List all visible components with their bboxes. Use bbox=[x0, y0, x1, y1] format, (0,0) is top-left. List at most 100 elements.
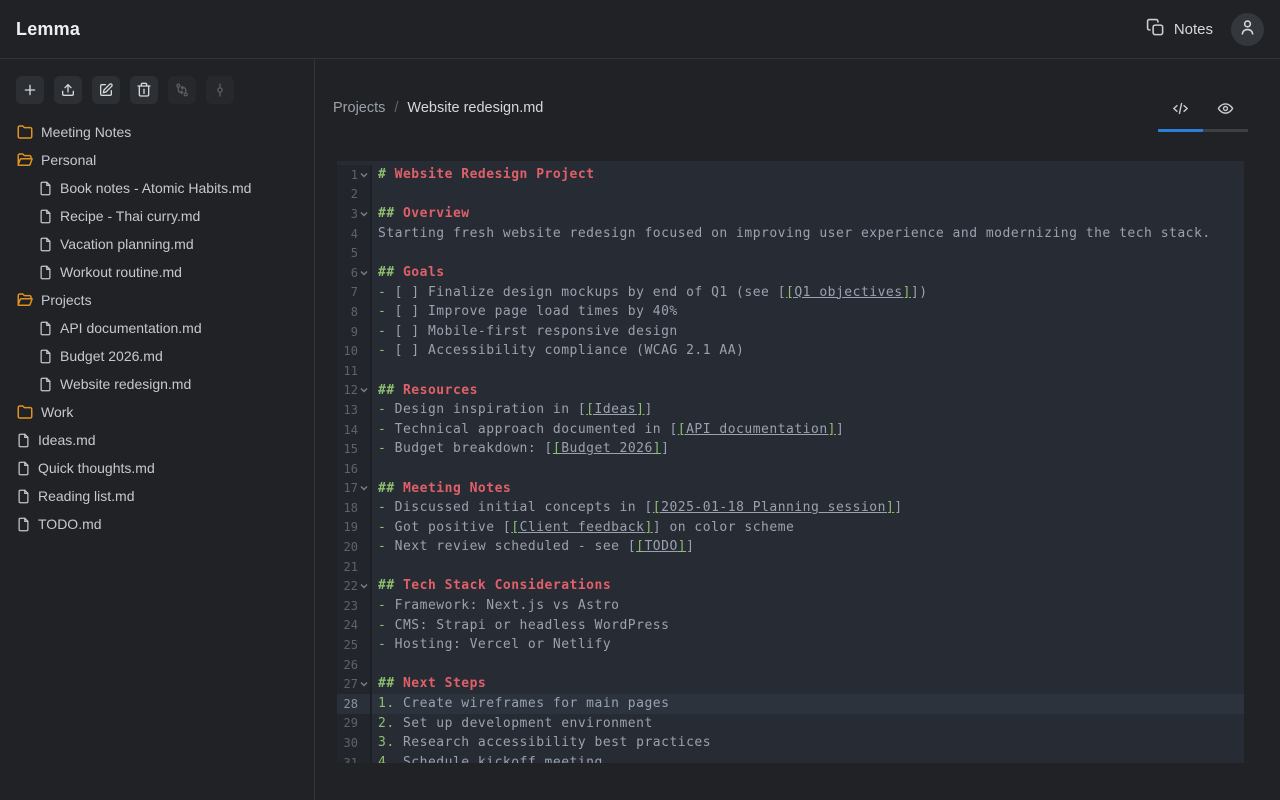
sidebar-file-book-notes-atomic-habits-md[interactable]: Book notes - Atomic Habits.md bbox=[0, 174, 314, 202]
editor-line[interactable]: 314. Schedule kickoff meeting bbox=[337, 753, 1244, 763]
sidebar-file-website-redesign-md[interactable]: Website redesign.md bbox=[0, 370, 314, 398]
fold-chevron-icon[interactable] bbox=[358, 680, 370, 688]
editor-line[interactable]: 2 bbox=[337, 185, 1244, 205]
wikilink[interactable]: TODO bbox=[644, 539, 677, 554]
editor-code-line[interactable]: ## Goals bbox=[372, 263, 1244, 283]
editor-code-line[interactable]: - CMS: Strapi or headless WordPress bbox=[372, 616, 1244, 636]
code-segment[interactable]: [ bbox=[553, 441, 561, 456]
breadcrumb-parent[interactable]: Projects bbox=[333, 100, 385, 116]
wikilink[interactable]: 2025-01-18 Planning session bbox=[661, 500, 886, 515]
sidebar-file-reading-list-md[interactable]: Reading list.md bbox=[0, 482, 314, 510]
sidebar-file-budget-2026-md[interactable]: Budget 2026.md bbox=[0, 342, 314, 370]
editor-line[interactable]: 10- [ ] Accessibility compliance (WCAG 2… bbox=[337, 341, 1244, 361]
editor-code-line[interactable]: - Technical approach documented in [[API… bbox=[372, 420, 1244, 440]
editor-line[interactable]: 22## Tech Stack Considerations bbox=[337, 576, 1244, 596]
markdown-editor[interactable]: 1# Website Redesign Project23## Overview… bbox=[337, 161, 1244, 763]
wikilink[interactable]: Q1 objectives bbox=[794, 285, 902, 300]
editor-code-line[interactable]: - [ ] Accessibility compliance (WCAG 2.1… bbox=[372, 341, 1244, 361]
code-segment[interactable]: ] bbox=[653, 441, 661, 456]
sidebar-folder-work[interactable]: Work bbox=[0, 398, 314, 426]
editor-code-line[interactable]: - Framework: Next.js vs Astro bbox=[372, 596, 1244, 616]
sidebar-folder-projects[interactable]: Projects bbox=[0, 286, 314, 314]
editor-code-line[interactable]: - Got positive [[Client feedback]] on co… bbox=[372, 518, 1244, 538]
editor-code-line[interactable]: - Next review scheduled - see [[TODO]] bbox=[372, 537, 1244, 557]
fold-chevron-icon[interactable] bbox=[358, 210, 370, 218]
wikilink[interactable]: Client feedback bbox=[520, 520, 645, 535]
sidebar-folder-personal[interactable]: Personal bbox=[0, 146, 314, 174]
editor-line[interactable]: 26 bbox=[337, 655, 1244, 675]
editor-code-line[interactable]: 1. Create wireframes for main pages bbox=[372, 694, 1244, 714]
fold-chevron-icon[interactable] bbox=[358, 582, 370, 590]
wikilink[interactable]: Ideas bbox=[595, 402, 637, 417]
code-segment[interactable]: ] bbox=[828, 422, 836, 437]
editor-code-line[interactable]: ## Next Steps bbox=[372, 674, 1244, 694]
git-compare-button[interactable] bbox=[168, 76, 196, 104]
editor-line[interactable]: 17## Meeting Notes bbox=[337, 479, 1244, 499]
sidebar-file-quick-thoughts-md[interactable]: Quick thoughts.md bbox=[0, 454, 314, 482]
editor-code-line[interactable]: - Discussed initial concepts in [[2025-0… bbox=[372, 498, 1244, 518]
editor-line[interactable]: 24- CMS: Strapi or headless WordPress bbox=[337, 616, 1244, 636]
editor-line[interactable]: 16 bbox=[337, 459, 1244, 479]
code-segment[interactable]: [ bbox=[586, 402, 594, 417]
editor-code-line[interactable]: 4. Schedule kickoff meeting bbox=[372, 753, 1244, 763]
notes-button[interactable]: Notes bbox=[1146, 18, 1213, 41]
sidebar-file-api-documentation-md[interactable]: API documentation.md bbox=[0, 314, 314, 342]
code-segment[interactable]: [ bbox=[511, 520, 519, 535]
editor-line[interactable]: 20- Next review scheduled - see [[TODO]] bbox=[337, 537, 1244, 557]
editor-code-line[interactable]: - Hosting: Vercel or Netlify bbox=[372, 635, 1244, 655]
code-segment[interactable]: [ bbox=[653, 500, 661, 515]
editor-code-line[interactable]: - [ ] Improve page load times by 40% bbox=[372, 302, 1244, 322]
editor-line[interactable]: 4Starting fresh website redesign focused… bbox=[337, 224, 1244, 244]
editor-line[interactable]: 11 bbox=[337, 361, 1244, 381]
editor-line[interactable]: 8- [ ] Improve page load times by 40% bbox=[337, 302, 1244, 322]
fold-chevron-icon[interactable] bbox=[358, 269, 370, 277]
editor-code-line[interactable]: ## Resources bbox=[372, 381, 1244, 401]
editor-code-line[interactable] bbox=[372, 185, 1244, 205]
editor-code-line[interactable]: 3. Research accessibility best practices bbox=[372, 733, 1244, 753]
editor-code-line[interactable]: - [ ] Mobile-first responsive design bbox=[372, 322, 1244, 342]
editor-code-line[interactable]: ## Overview bbox=[372, 204, 1244, 224]
editor-line[interactable]: 18- Discussed initial concepts in [[2025… bbox=[337, 498, 1244, 518]
sidebar-folder-meeting-notes[interactable]: Meeting Notes bbox=[0, 118, 314, 146]
fold-chevron-icon[interactable] bbox=[358, 171, 370, 179]
editor-line[interactable]: 9- [ ] Mobile-first responsive design bbox=[337, 322, 1244, 342]
code-segment[interactable]: ] bbox=[678, 539, 686, 554]
sidebar-file-vacation-planning-md[interactable]: Vacation planning.md bbox=[0, 230, 314, 258]
editor-code-line[interactable]: Starting fresh website redesign focused … bbox=[372, 224, 1244, 244]
editor-line[interactable]: 14- Technical approach documented in [[A… bbox=[337, 420, 1244, 440]
editor-line[interactable]: 27## Next Steps bbox=[337, 674, 1244, 694]
editor-line[interactable]: 5 bbox=[337, 243, 1244, 263]
wikilink[interactable]: API documentation bbox=[686, 422, 828, 437]
editor-line[interactable]: 15- Budget breakdown: [[Budget 2026]] bbox=[337, 439, 1244, 459]
editor-line[interactable]: 6## Goals bbox=[337, 263, 1244, 283]
editor-code-line[interactable]: 2. Set up development environment bbox=[372, 714, 1244, 734]
editor-line[interactable]: 23- Framework: Next.js vs Astro bbox=[337, 596, 1244, 616]
editor-line[interactable]: 25- Hosting: Vercel or Netlify bbox=[337, 635, 1244, 655]
editor-code-line[interactable]: ## Meeting Notes bbox=[372, 479, 1244, 499]
editor-line[interactable]: 7- [ ] Finalize design mockups by end of… bbox=[337, 283, 1244, 303]
tab-preview-view[interactable] bbox=[1203, 94, 1248, 122]
sidebar-file-todo-md[interactable]: TODO.md bbox=[0, 510, 314, 538]
editor-line[interactable]: 1# Website Redesign Project bbox=[337, 165, 1244, 185]
editor-line[interactable]: 281. Create wireframes for main pages bbox=[337, 694, 1244, 714]
fold-chevron-icon[interactable] bbox=[358, 386, 370, 394]
new-note-button[interactable] bbox=[16, 76, 44, 104]
wikilink[interactable]: Budget 2026 bbox=[561, 441, 653, 456]
editor-code-line[interactable] bbox=[372, 655, 1244, 675]
editor-line[interactable]: 292. Set up development environment bbox=[337, 714, 1244, 734]
sidebar-file-ideas-md[interactable]: Ideas.md bbox=[0, 426, 314, 454]
code-segment[interactable]: ] bbox=[903, 285, 911, 300]
editor-code-line[interactable]: - [ ] Finalize design mockups by end of … bbox=[372, 283, 1244, 303]
editor-code-line[interactable] bbox=[372, 459, 1244, 479]
editor-code-line[interactable] bbox=[372, 243, 1244, 263]
editor-line[interactable]: 21 bbox=[337, 557, 1244, 577]
fold-chevron-icon[interactable] bbox=[358, 484, 370, 492]
editor-line[interactable]: 12## Resources bbox=[337, 381, 1244, 401]
git-commit-button[interactable] bbox=[206, 76, 234, 104]
upload-button[interactable] bbox=[54, 76, 82, 104]
editor-line[interactable]: 13- Design inspiration in [[Ideas]] bbox=[337, 400, 1244, 420]
delete-button[interactable] bbox=[130, 76, 158, 104]
edit-button[interactable] bbox=[92, 76, 120, 104]
editor-line[interactable]: 303. Research accessibility best practic… bbox=[337, 733, 1244, 753]
editor-line[interactable]: 19- Got positive [[Client feedback]] on … bbox=[337, 518, 1244, 538]
